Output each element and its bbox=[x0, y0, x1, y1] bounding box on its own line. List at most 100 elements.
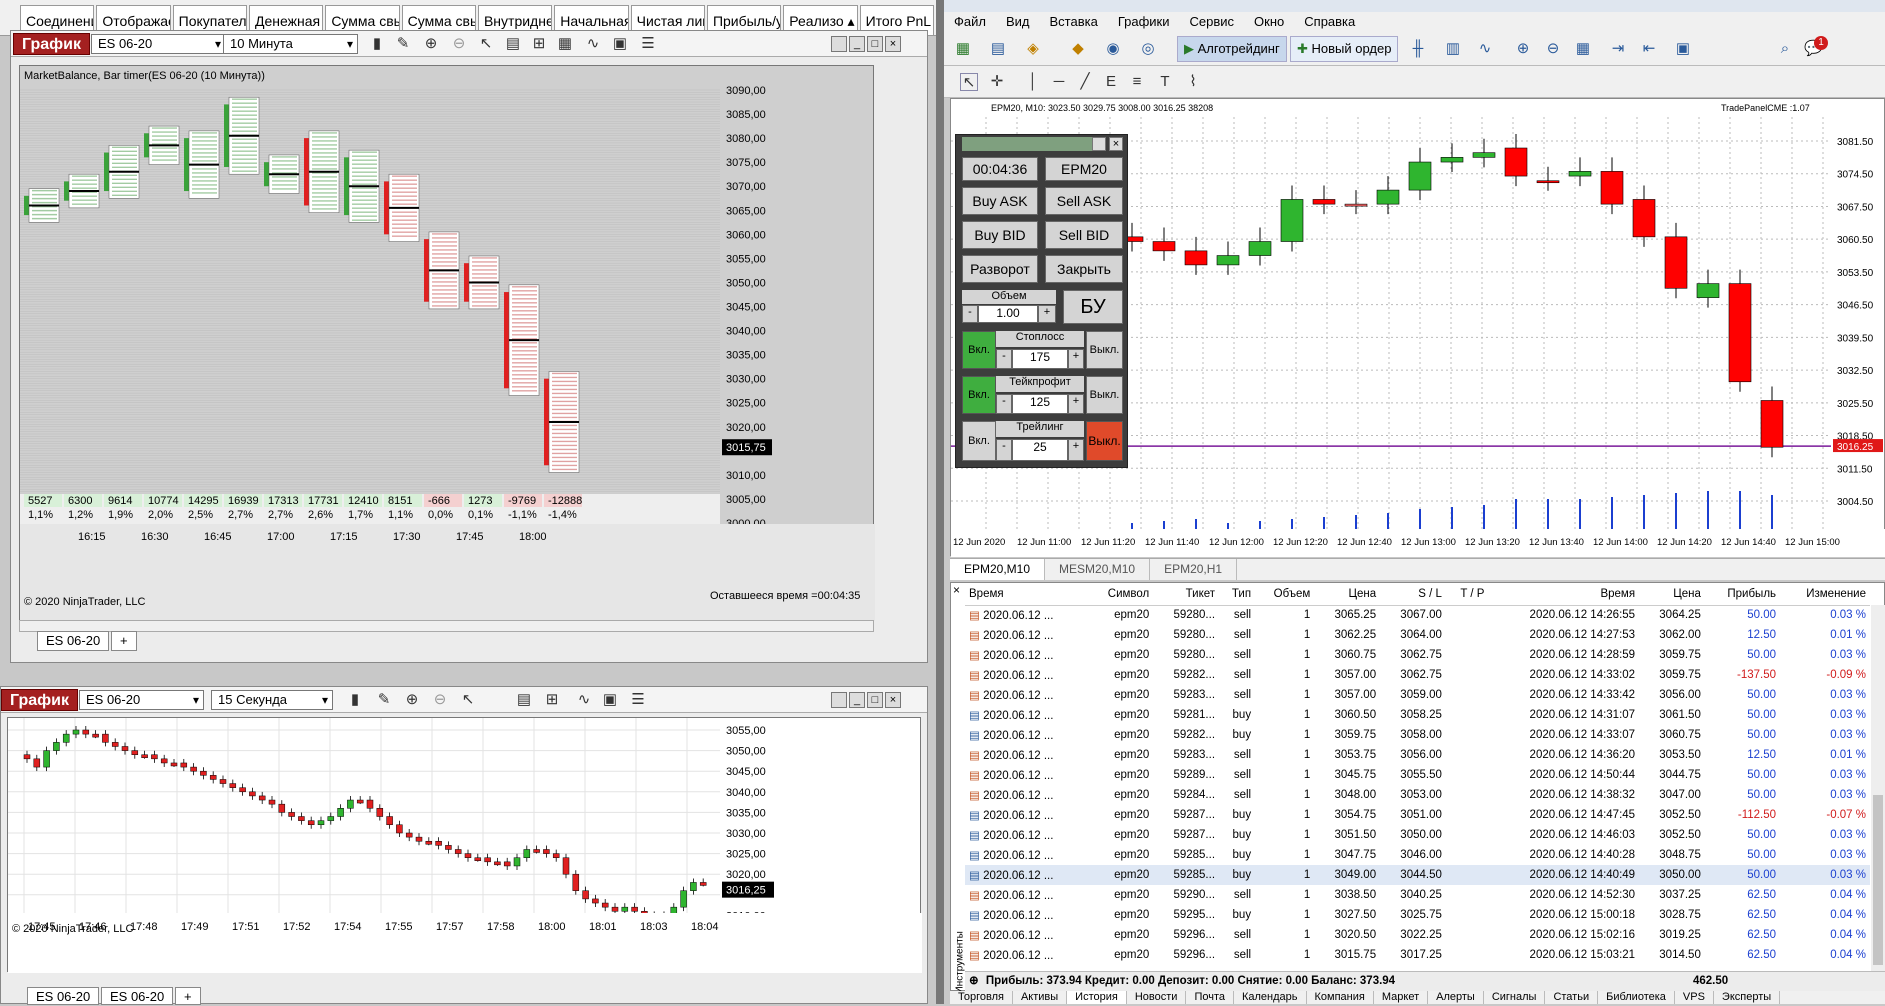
trend-line-icon[interactable]: ╱ bbox=[1076, 73, 1094, 91]
bar-type-icon[interactable]: ▮ bbox=[346, 691, 364, 709]
table-row[interactable]: ▤ 2020.06.12 ... epm20 59283... sell 1 3057.0… bbox=[965, 685, 1870, 705]
stoploss-on-button[interactable]: Вкл. bbox=[962, 331, 996, 369]
zoom-in-icon[interactable]: ⊕ bbox=[422, 35, 440, 53]
column-header[interactable]: Время bbox=[965, 583, 1088, 606]
volume-minus-button[interactable]: - bbox=[962, 305, 978, 323]
bottom-add-tab-button[interactable]: + bbox=[175, 987, 201, 1005]
column-header[interactable]: Тикет bbox=[1153, 583, 1220, 606]
pencil-icon[interactable]: ✎ bbox=[375, 691, 393, 709]
terminal-tab[interactable]: Алерты bbox=[1428, 991, 1484, 1004]
instrument-select[interactable]: ES 06-20 bbox=[91, 34, 226, 54]
close-position-button[interactable]: Закрыть bbox=[1045, 255, 1123, 283]
table-row[interactable]: ▤ 2020.06.12 ... epm20 59280... sell 1 3062.2… bbox=[965, 625, 1870, 645]
menu-item[interactable]: Сервис bbox=[1180, 12, 1245, 32]
table-row[interactable]: ▤ 2020.06.12 ... epm20 59280... sell 1 3065.2… bbox=[965, 605, 1870, 625]
minimize-button[interactable]: _ bbox=[849, 36, 865, 52]
indicator-icon[interactable]: ▣ bbox=[611, 35, 629, 53]
column-header[interactable]: Цена bbox=[1639, 583, 1705, 606]
table-row[interactable]: ▤ 2020.06.12 ... epm20 59296... sell 1 3015.7… bbox=[965, 945, 1870, 965]
instrument-select[interactable]: ES 06-20 bbox=[79, 690, 204, 710]
algo-trading-button[interactable]: ▶ Алготрейдинг bbox=[1177, 36, 1287, 62]
terminal-tab[interactable]: Маркет bbox=[1374, 991, 1429, 1004]
table-row[interactable]: ▤ 2020.06.12 ... epm20 59283... sell 1 3053.7… bbox=[965, 745, 1870, 765]
chart-trader-icon[interactable]: ▦ bbox=[556, 35, 574, 53]
close-button[interactable]: × bbox=[885, 36, 901, 52]
zoom-out-icon[interactable]: ⊖ bbox=[450, 35, 468, 53]
horizontal-line-icon[interactable]: ─ bbox=[1050, 73, 1068, 91]
breakeven-button[interactable]: БУ bbox=[1063, 290, 1123, 324]
stoploss-off-button[interactable]: Выкл. bbox=[1086, 331, 1123, 369]
bar-type-icon[interactable]: ▮ bbox=[368, 35, 386, 53]
profiles-icon[interactable]: ▤ bbox=[989, 40, 1007, 58]
pencil-icon[interactable]: ✎ bbox=[394, 35, 412, 53]
trailing-on-button[interactable]: Вкл. bbox=[962, 421, 996, 461]
indicator-icon[interactable]: ▣ bbox=[601, 691, 619, 709]
data-box-icon[interactable]: ⊞ bbox=[543, 691, 561, 709]
panel-close-button[interactable]: × bbox=[1109, 137, 1123, 151]
terminal-icon[interactable]: ◉ bbox=[1104, 40, 1122, 58]
takeprofit-plus-button[interactable]: + bbox=[1068, 394, 1084, 414]
table-row[interactable]: ▤ 2020.06.12 ... epm20 59287... buy 1 3054.75… bbox=[965, 805, 1870, 825]
column-header[interactable]: Изменение bbox=[1780, 583, 1870, 606]
terminal-tab[interactable]: Статьи bbox=[1545, 991, 1599, 1004]
minimize-button[interactable]: _ bbox=[849, 692, 865, 708]
fibo-fan-icon[interactable]: ≡ bbox=[1128, 73, 1146, 91]
column-header[interactable]: Цена bbox=[1314, 583, 1381, 606]
terminal-close-icon[interactable]: × bbox=[953, 583, 960, 597]
terminal-tab[interactable]: Активы bbox=[1013, 991, 1068, 1004]
strategy-icon[interactable]: ∿ bbox=[575, 691, 593, 709]
column-header[interactable]: T / P bbox=[1445, 583, 1489, 606]
terminal-tab[interactable]: Сигналы bbox=[1484, 991, 1546, 1004]
trailing-plus-button[interactable]: + bbox=[1068, 439, 1084, 461]
scrollbar-thumb[interactable] bbox=[1873, 795, 1883, 965]
reverse-button[interactable]: Разворот bbox=[962, 255, 1038, 283]
interval-select[interactable]: 10 Минута bbox=[223, 34, 358, 54]
menu-item[interactable]: Файл bbox=[944, 12, 996, 32]
vertical-line-icon[interactable]: │ bbox=[1024, 73, 1042, 91]
volume-plus-button[interactable]: + bbox=[1038, 305, 1056, 323]
terminal-tab[interactable]: Эксперты bbox=[1714, 991, 1781, 1004]
column-header[interactable]: Прибыль bbox=[1704, 583, 1781, 606]
table-row[interactable]: ▤ 2020.06.12 ... epm20 59284... sell 1 3048.0… bbox=[965, 785, 1870, 805]
interval-select[interactable]: 15 Секунда bbox=[211, 690, 333, 710]
data-box-icon[interactable]: ⊞ bbox=[530, 35, 548, 53]
trailing-minus-button[interactable]: - bbox=[996, 439, 1012, 461]
new-chart-icon[interactable]: ▦ bbox=[954, 40, 972, 58]
table-row[interactable]: ▤ 2020.06.12 ... epm20 59290... sell 1 3038.5… bbox=[965, 885, 1870, 905]
terminal-tab[interactable]: История bbox=[1067, 991, 1127, 1004]
column-header[interactable]: Символ bbox=[1087, 583, 1154, 606]
stoploss-minus-button[interactable]: - bbox=[996, 349, 1012, 369]
table-row[interactable]: ▤ 2020.06.12 ... epm20 59282... sell 1 3057.0… bbox=[965, 665, 1870, 685]
tester-icon[interactable]: ◎ bbox=[1139, 40, 1157, 58]
top-chart-plot[interactable]: 3090,00 3085,00 3080,00 3075,00 3070,00 3065,… bbox=[19, 65, 875, 621]
chart-tab-1[interactable]: EPM20,M10 bbox=[950, 559, 1046, 580]
market-watch-icon[interactable]: ◈ bbox=[1024, 40, 1042, 58]
menu-item[interactable]: Вид bbox=[996, 12, 1040, 32]
takeprofit-on-button[interactable]: Вкл. bbox=[962, 376, 996, 414]
terminal-tab[interactable]: Новости bbox=[1127, 991, 1187, 1004]
shapes-icon[interactable]: ⌇ bbox=[1184, 73, 1202, 91]
fibo-icon[interactable]: E bbox=[1102, 73, 1120, 91]
menu-item[interactable]: Графики bbox=[1108, 12, 1180, 32]
tile-icon[interactable]: ▦ bbox=[1574, 40, 1592, 58]
text-icon[interactable]: T bbox=[1156, 73, 1174, 91]
tile-button[interactable] bbox=[831, 36, 847, 52]
top-add-tab-button[interactable]: + bbox=[111, 631, 137, 651]
maximize-button[interactable]: □ bbox=[867, 36, 883, 52]
table-row[interactable]: ▤ 2020.06.12 ... epm20 59281... buy 1 3060.50… bbox=[965, 705, 1870, 725]
table-row[interactable]: ▤ 2020.06.12 ... epm20 59282... buy 1 3059.75… bbox=[965, 725, 1870, 745]
terminal-scrollbar[interactable] bbox=[1871, 605, 1885, 971]
terminal-tab[interactable]: Торговля bbox=[950, 991, 1013, 1004]
terminal-tab[interactable]: Библиотека bbox=[1598, 991, 1675, 1004]
table-row[interactable]: ▤ 2020.06.12 ... epm20 59295... buy 1 3027.50… bbox=[965, 905, 1870, 925]
zoom-out-icon[interactable]: ⊖ bbox=[431, 691, 449, 709]
zoom-in-icon[interactable]: ⊕ bbox=[403, 691, 421, 709]
navigator-icon[interactable]: ◆ bbox=[1069, 40, 1087, 58]
zoom-in-icon[interactable]: ⊕ bbox=[1514, 40, 1532, 58]
table-row[interactable]: ▤ 2020.06.12 ... epm20 59296... sell 1 3020.5… bbox=[965, 925, 1870, 945]
top-chart-scrollbar[interactable] bbox=[19, 620, 874, 632]
line-icon[interactable]: ∿ bbox=[1476, 40, 1494, 58]
top-chart-tab[interactable]: ES 06-20 bbox=[37, 631, 110, 651]
buy-ask-button[interactable]: Buy ASK bbox=[962, 187, 1038, 215]
bottom-chart-plot[interactable]: 3055,00 3050,00 3045,00 3040,00 3035,00 3030,… bbox=[7, 717, 922, 973]
